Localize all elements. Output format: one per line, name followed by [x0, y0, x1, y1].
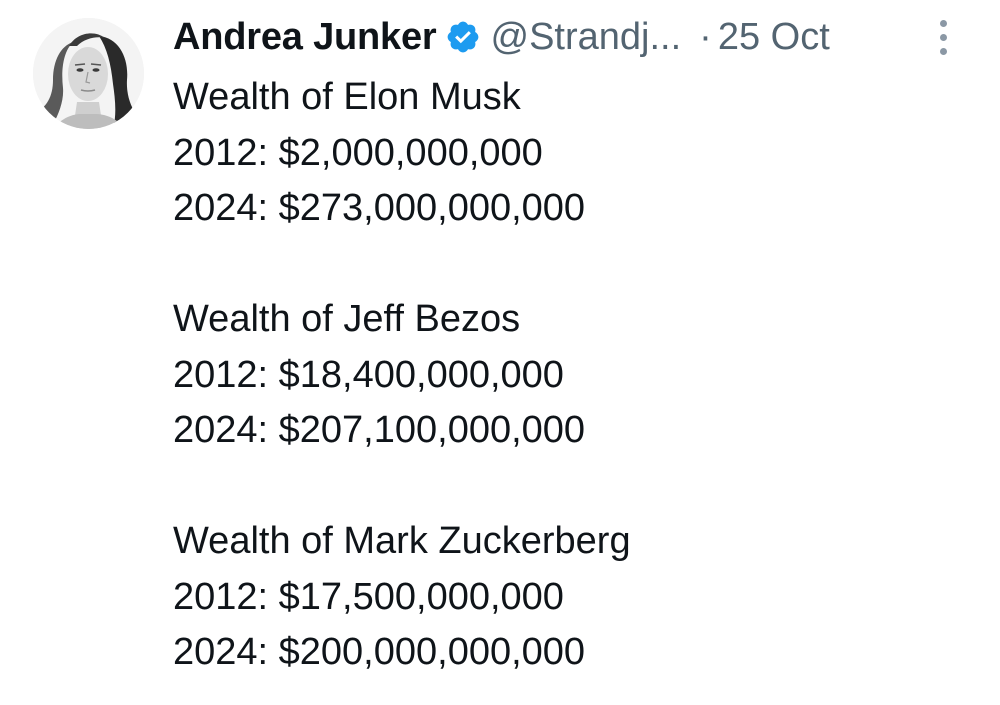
tweet-header: Andrea Junker @Strandj... · 25 Oct	[173, 14, 830, 60]
block-line-2024: 2024: $207,100,000,000	[173, 409, 586, 451]
author-handle[interactable]: @Strandj...	[491, 16, 682, 59]
tweet-date[interactable]: 25 Oct	[718, 16, 830, 59]
block-line-2012: 2012: $17,500,000,000	[173, 575, 564, 618]
block-line-2012: 2012: $18,400,000,000	[173, 353, 564, 396]
more-options-icon[interactable]	[932, 20, 954, 60]
block-line-2024: 2024: $200,000,000,000	[173, 631, 586, 673]
author-name[interactable]: Andrea Junker	[173, 16, 437, 59]
block-line-2012: 2012: $2,000,000,000	[173, 131, 543, 174]
avatar[interactable]	[33, 18, 144, 129]
tweet: Andrea Junker @Strandj... · 25 Oct Wealt…	[0, 0, 1000, 705]
block-heading: Wealth of Mark Zuckerberg	[173, 520, 631, 562]
avatar-photo-icon	[33, 18, 144, 129]
separator-dot: ·	[699, 15, 712, 58]
block-heading: Wealth of Elon Musk	[173, 76, 521, 118]
tweet-text: Wealth of Elon Musk 2012: $2,000,000,000…	[173, 70, 631, 681]
verified-badge-icon[interactable]	[445, 19, 481, 55]
block-line-2024: 2024: $273,000,000,000	[173, 187, 586, 229]
block-heading: Wealth of Jeff Bezos	[173, 298, 521, 340]
